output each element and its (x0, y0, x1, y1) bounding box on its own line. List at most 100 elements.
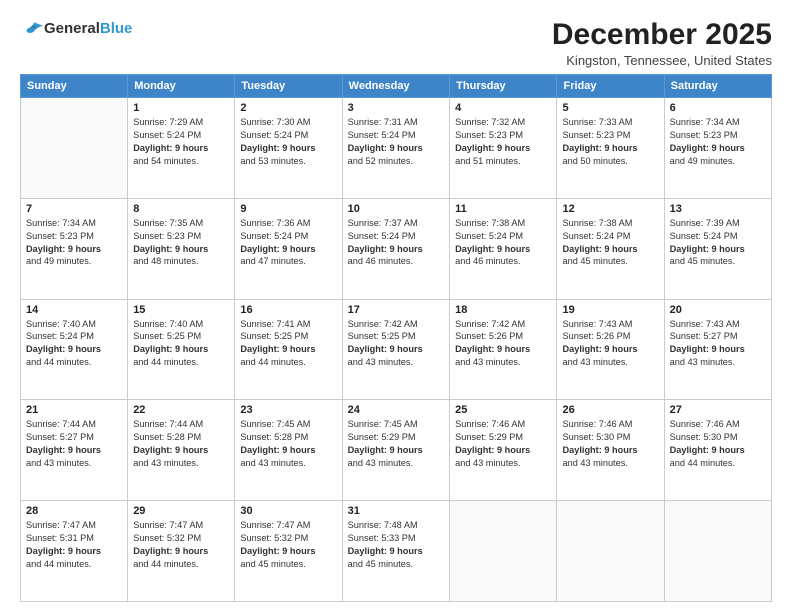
day-number: 25 (455, 404, 551, 416)
day-info: Sunrise: 7:35 AMSunset: 5:23 PMDaylight:… (133, 217, 229, 269)
calendar-cell: 20 Sunrise: 7:43 AMSunset: 5:27 PMDayligh… (664, 299, 771, 400)
day-info: Sunrise: 7:47 AMSunset: 5:32 PMDaylight:… (133, 519, 229, 571)
month-title: December 2025 (552, 18, 772, 51)
calendar-header: Sunday Monday Tuesday Wednesday Thursday… (21, 75, 772, 98)
calendar-cell: 21 Sunrise: 7:44 AMSunset: 5:27 PMDayligh… (21, 400, 128, 501)
day-number: 3 (348, 102, 445, 114)
week-row-4: 21 Sunrise: 7:44 AMSunset: 5:27 PMDayligh… (21, 400, 772, 501)
calendar-body: 1 Sunrise: 7:29 AMSunset: 5:24 PMDaylight… (21, 98, 772, 602)
day-info: Sunrise: 7:41 AMSunset: 5:25 PMDaylight:… (240, 318, 336, 370)
day-number: 1 (133, 102, 229, 114)
day-info: Sunrise: 7:38 AMSunset: 5:24 PMDaylight:… (562, 217, 658, 269)
day-info: Sunrise: 7:44 AMSunset: 5:27 PMDaylight:… (26, 418, 122, 470)
col-monday: Monday (128, 75, 235, 98)
calendar-cell: 17Sunrise: 7:42 AMSunset: 5:25 PMDayligh… (342, 299, 450, 400)
day-info: Sunrise: 7:48 AMSunset: 5:33 PMDaylight:… (348, 519, 445, 571)
calendar-cell: 7 Sunrise: 7:34 AMSunset: 5:23 PMDaylight… (21, 198, 128, 299)
calendar-cell: 2 Sunrise: 7:30 AMSunset: 5:24 PMDaylight… (235, 98, 342, 199)
day-info: Sunrise: 7:36 AMSunset: 5:24 PMDaylight:… (240, 217, 336, 269)
calendar-cell: 11 Sunrise: 7:38 AMSunset: 5:24 PMDayligh… (450, 198, 557, 299)
day-info: Sunrise: 7:45 AMSunset: 5:28 PMDaylight:… (240, 418, 336, 470)
day-info: Sunrise: 7:47 AMSunset: 5:32 PMDaylight:… (240, 519, 336, 571)
calendar-cell: 25 Sunrise: 7:46 AMSunset: 5:29 PMDayligh… (450, 400, 557, 501)
day-info: Sunrise: 7:46 AMSunset: 5:29 PMDaylight:… (455, 418, 551, 470)
day-info: Sunrise: 7:44 AMSunset: 5:28 PMDaylight:… (133, 418, 229, 470)
day-number: 22 (133, 404, 229, 416)
calendar-cell: 23Sunrise: 7:45 AMSunset: 5:28 PMDayligh… (235, 400, 342, 501)
day-number: 12 (562, 203, 658, 215)
day-info: Sunrise: 7:42 AMSunset: 5:26 PMDaylight:… (455, 318, 551, 370)
calendar-cell: 31 Sunrise: 7:48 AMSunset: 5:33 PMDayligh… (342, 501, 450, 602)
logo-bird-icon (22, 18, 44, 40)
day-number: 20 (670, 304, 766, 316)
day-number: 2 (240, 102, 336, 114)
day-number: 7 (26, 203, 122, 215)
calendar-cell: 13Sunrise: 7:39 AMSunset: 5:24 PMDayligh… (664, 198, 771, 299)
day-number: 21 (26, 404, 122, 416)
calendar-cell: 28Sunrise: 7:47 AMSunset: 5:31 PMDayligh… (21, 501, 128, 602)
day-number: 4 (455, 102, 551, 114)
day-number: 14 (26, 304, 122, 316)
calendar-cell: 30Sunrise: 7:47 AMSunset: 5:32 PMDayligh… (235, 501, 342, 602)
calendar-cell: 27Sunrise: 7:46 AMSunset: 5:30 PMDayligh… (664, 400, 771, 501)
day-number: 11 (455, 203, 551, 215)
week-row-1: 1 Sunrise: 7:29 AMSunset: 5:24 PMDaylight… (21, 98, 772, 199)
logo-general-text: General (44, 20, 100, 37)
day-number: 18 (455, 304, 551, 316)
calendar-cell (450, 501, 557, 602)
logo-blue-text: Blue (100, 20, 133, 37)
day-number: 5 (562, 102, 658, 114)
title-block: December 2025 Kingston, Tennessee, Unite… (552, 18, 772, 68)
calendar-cell: 3Sunrise: 7:31 AMSunset: 5:24 PMDaylight… (342, 98, 450, 199)
calendar-cell: 8 Sunrise: 7:35 AMSunset: 5:23 PMDaylight… (128, 198, 235, 299)
calendar-table: Sunday Monday Tuesday Wednesday Thursday… (20, 74, 772, 602)
day-info: Sunrise: 7:37 AMSunset: 5:24 PMDaylight:… (348, 217, 445, 269)
calendar-cell: 16 Sunrise: 7:41 AMSunset: 5:25 PMDayligh… (235, 299, 342, 400)
day-number: 27 (670, 404, 766, 416)
col-sunday: Sunday (21, 75, 128, 98)
header: GeneralBlue December 2025 Kingston, Tenn… (20, 18, 772, 68)
calendar-cell: 22 Sunrise: 7:44 AMSunset: 5:28 PMDayligh… (128, 400, 235, 501)
day-number: 8 (133, 203, 229, 215)
calendar-cell: 4 Sunrise: 7:32 AMSunset: 5:23 PMDaylight… (450, 98, 557, 199)
day-info: Sunrise: 7:34 AMSunset: 5:23 PMDaylight:… (670, 116, 766, 168)
calendar-cell (21, 98, 128, 199)
day-info: Sunrise: 7:33 AMSunset: 5:23 PMDaylight:… (562, 116, 658, 168)
day-info: Sunrise: 7:38 AMSunset: 5:24 PMDaylight:… (455, 217, 551, 269)
col-thursday: Thursday (450, 75, 557, 98)
day-info: Sunrise: 7:47 AMSunset: 5:31 PMDaylight:… (26, 519, 122, 571)
header-row: Sunday Monday Tuesday Wednesday Thursday… (21, 75, 772, 98)
day-info: Sunrise: 7:29 AMSunset: 5:24 PMDaylight:… (133, 116, 229, 168)
week-row-2: 7 Sunrise: 7:34 AMSunset: 5:23 PMDaylight… (21, 198, 772, 299)
day-info: Sunrise: 7:46 AMSunset: 5:30 PMDaylight:… (562, 418, 658, 470)
day-number: 26 (562, 404, 658, 416)
calendar-cell: 10Sunrise: 7:37 AMSunset: 5:24 PMDayligh… (342, 198, 450, 299)
day-number: 9 (240, 203, 336, 215)
calendar-cell: 5 Sunrise: 7:33 AMSunset: 5:23 PMDaylight… (557, 98, 664, 199)
calendar-cell: 24Sunrise: 7:45 AMSunset: 5:29 PMDayligh… (342, 400, 450, 501)
day-info: Sunrise: 7:42 AMSunset: 5:25 PMDaylight:… (348, 318, 445, 370)
calendar-cell: 12 Sunrise: 7:38 AMSunset: 5:24 PMDayligh… (557, 198, 664, 299)
day-info: Sunrise: 7:43 AMSunset: 5:27 PMDaylight:… (670, 318, 766, 370)
week-row-5: 28Sunrise: 7:47 AMSunset: 5:31 PMDayligh… (21, 501, 772, 602)
day-number: 16 (240, 304, 336, 316)
day-number: 19 (562, 304, 658, 316)
logo: GeneralBlue (20, 18, 132, 40)
day-number: 6 (670, 102, 766, 114)
calendar-cell (664, 501, 771, 602)
calendar-cell: 1 Sunrise: 7:29 AMSunset: 5:24 PMDaylight… (128, 98, 235, 199)
calendar-cell: 6 Sunrise: 7:34 AMSunset: 5:23 PMDaylight… (664, 98, 771, 199)
day-info: Sunrise: 7:32 AMSunset: 5:23 PMDaylight:… (455, 116, 551, 168)
col-tuesday: Tuesday (235, 75, 342, 98)
day-info: Sunrise: 7:30 AMSunset: 5:24 PMDaylight:… (240, 116, 336, 168)
day-info: Sunrise: 7:40 AMSunset: 5:25 PMDaylight:… (133, 318, 229, 370)
calendar-cell: 26 Sunrise: 7:46 AMSunset: 5:30 PMDayligh… (557, 400, 664, 501)
day-info: Sunrise: 7:43 AMSunset: 5:26 PMDaylight:… (562, 318, 658, 370)
page: GeneralBlue December 2025 Kingston, Tenn… (0, 0, 792, 612)
calendar-cell: 29Sunrise: 7:47 AMSunset: 5:32 PMDayligh… (128, 501, 235, 602)
day-number: 31 (348, 505, 445, 517)
day-info: Sunrise: 7:34 AMSunset: 5:23 PMDaylight:… (26, 217, 122, 269)
week-row-3: 14 Sunrise: 7:40 AMSunset: 5:24 PMDayligh… (21, 299, 772, 400)
day-info: Sunrise: 7:39 AMSunset: 5:24 PMDaylight:… (670, 217, 766, 269)
day-info: Sunrise: 7:40 AMSunset: 5:24 PMDaylight:… (26, 318, 122, 370)
